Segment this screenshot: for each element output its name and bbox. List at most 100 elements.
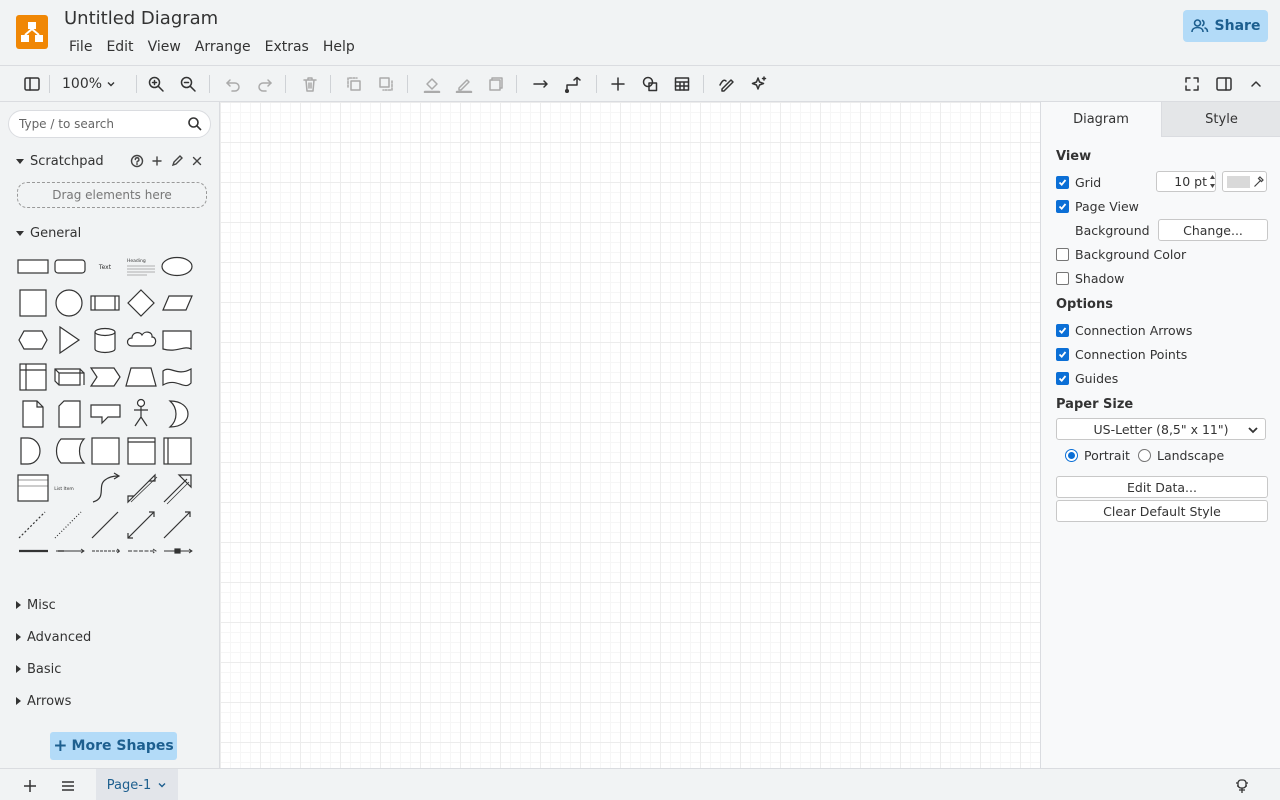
heading-shape[interactable]: Heading <box>127 258 155 276</box>
menu-file[interactable]: File <box>62 37 99 57</box>
shapes-icon[interactable] <box>639 73 661 95</box>
diamond-shape[interactable] <box>127 289 155 317</box>
connector-with-two-labels-shape[interactable] <box>92 548 121 554</box>
callout-shape[interactable] <box>90 404 121 425</box>
fill-color-icon[interactable] <box>421 73 443 95</box>
ellipse-shape[interactable] <box>161 256 193 277</box>
square-shape[interactable] <box>19 289 47 317</box>
process-shape[interactable] <box>90 295 120 311</box>
sidebar-toggle-icon[interactable] <box>21 73 43 95</box>
data-storage-shape[interactable] <box>55 438 86 464</box>
grid-option[interactable]: Grid <box>1056 174 1101 190</box>
trapezoid-shape[interactable] <box>125 367 157 387</box>
hexagon-shape[interactable] <box>18 330 48 350</box>
menu-view[interactable]: View <box>141 37 188 57</box>
share-button[interactable]: Share <box>1183 10 1268 42</box>
undo-icon[interactable] <box>222 73 244 95</box>
line-shape[interactable] <box>91 511 119 539</box>
add-page-icon[interactable] <box>22 778 38 794</box>
dotted-line-shape[interactable] <box>54 511 82 539</box>
background-color-checkbox[interactable] <box>1056 247 1069 261</box>
general-header[interactable]: General <box>16 224 81 242</box>
spinner-arrows-icon[interactable] <box>1207 171 1218 192</box>
connection-points-option[interactable]: Connection Points <box>1056 346 1187 362</box>
connection-arrows-option[interactable]: Connection Arrows <box>1056 322 1192 338</box>
format-panel-icon[interactable] <box>1213 73 1235 95</box>
list-shape[interactable] <box>17 474 49 502</box>
more-shapes-button[interactable]: + More Shapes <box>50 732 177 760</box>
menu-arrange[interactable]: Arrange <box>188 37 258 57</box>
note-shape[interactable] <box>22 400 44 428</box>
fullscreen-icon[interactable] <box>1181 73 1203 95</box>
diagram-canvas[interactable] <box>220 102 1040 768</box>
section-arrows[interactable]: Arrows <box>16 692 71 710</box>
delete-icon[interactable] <box>299 73 321 95</box>
search-input[interactable] <box>19 116 179 132</box>
diagram-title[interactable]: Untitled Diagram <box>64 7 218 31</box>
waypoints-icon[interactable] <box>562 73 584 95</box>
tab-diagram[interactable]: Diagram <box>1041 102 1161 137</box>
connection-arrows-checkbox[interactable] <box>1056 323 1069 337</box>
edit-icon[interactable] <box>170 154 184 168</box>
section-basic[interactable]: Basic <box>16 660 61 678</box>
portrait-radio[interactable] <box>1065 448 1078 462</box>
or-shape[interactable] <box>168 400 189 428</box>
bug-icon[interactable] <box>1234 777 1250 794</box>
collapse-icon[interactable] <box>1245 73 1267 95</box>
menu-extras[interactable]: Extras <box>258 37 316 57</box>
connector-with-label-shape[interactable] <box>56 548 85 554</box>
bidirectional-connector-shape[interactable] <box>127 511 155 539</box>
rounded-rectangle-shape[interactable] <box>54 259 86 274</box>
background-color-option[interactable]: Background Color <box>1056 246 1186 262</box>
page-view-checkbox[interactable] <box>1056 199 1069 213</box>
delay-shape[interactable] <box>20 437 41 465</box>
card-shape[interactable] <box>58 400 81 428</box>
close-icon[interactable] <box>190 154 204 168</box>
cube-shape[interactable] <box>54 368 85 386</box>
pages-menu-icon[interactable] <box>60 778 76 794</box>
landscape-option[interactable]: Landscape <box>1138 447 1224 463</box>
parallelogram-shape[interactable] <box>162 295 193 311</box>
list-item-shape[interactable]: List Item <box>54 486 74 492</box>
container-shape[interactable] <box>91 437 120 465</box>
change-background-button[interactable]: Change... <box>1158 219 1268 241</box>
connector-with-symbol-shape[interactable] <box>164 548 193 554</box>
search-icon[interactable] <box>187 116 203 132</box>
shadow-checkbox[interactable] <box>1056 271 1069 285</box>
landscape-radio[interactable] <box>1138 448 1151 462</box>
paper-size-select[interactable]: US-Letter (8,5" x 11") <box>1056 418 1266 440</box>
connector-with-three-labels-shape[interactable] <box>128 548 157 554</box>
tab-style[interactable]: Style <box>1161 102 1280 137</box>
shadow-icon[interactable] <box>485 73 507 95</box>
connection-points-checkbox[interactable] <box>1056 347 1069 361</box>
zoom-out-icon[interactable] <box>177 73 199 95</box>
edit-data-button[interactable]: Edit Data... <box>1056 476 1268 498</box>
help-icon[interactable] <box>130 154 144 168</box>
bidirectional-arrow-shape[interactable] <box>127 473 158 504</box>
menu-edit[interactable]: Edit <box>99 37 140 57</box>
freehand-icon[interactable] <box>716 73 738 95</box>
page-view-option[interactable]: Page View <box>1056 198 1139 214</box>
to-back-icon[interactable] <box>375 73 397 95</box>
plus-icon[interactable] <box>150 154 164 168</box>
connection-icon[interactable] <box>530 73 552 95</box>
swimlane-shape[interactable] <box>127 437 156 465</box>
arrow-shape[interactable] <box>163 474 192 505</box>
dashed-line-shape[interactable] <box>18 511 46 539</box>
guides-option[interactable]: Guides <box>1056 370 1118 386</box>
clear-default-style-button[interactable]: Clear Default Style <box>1056 500 1268 522</box>
grid-color-picker[interactable] <box>1222 171 1267 192</box>
vertical-container-shape[interactable] <box>163 437 192 465</box>
redo-icon[interactable] <box>254 73 276 95</box>
rectangle-shape[interactable] <box>17 259 49 274</box>
internal-storage-shape[interactable] <box>19 363 47 391</box>
scratchpad-dropzone[interactable]: Drag elements here <box>17 182 207 208</box>
text-shape[interactable]: Text <box>98 264 112 271</box>
grid-checkbox[interactable] <box>1056 175 1069 189</box>
cylinder-shape[interactable] <box>94 327 116 354</box>
page-tab[interactable]: Page-1 <box>96 769 178 800</box>
menu-help[interactable]: Help <box>316 37 362 57</box>
actor-shape[interactable] <box>134 398 148 427</box>
circle-shape[interactable] <box>55 289 83 317</box>
triangle-shape[interactable] <box>59 325 81 355</box>
